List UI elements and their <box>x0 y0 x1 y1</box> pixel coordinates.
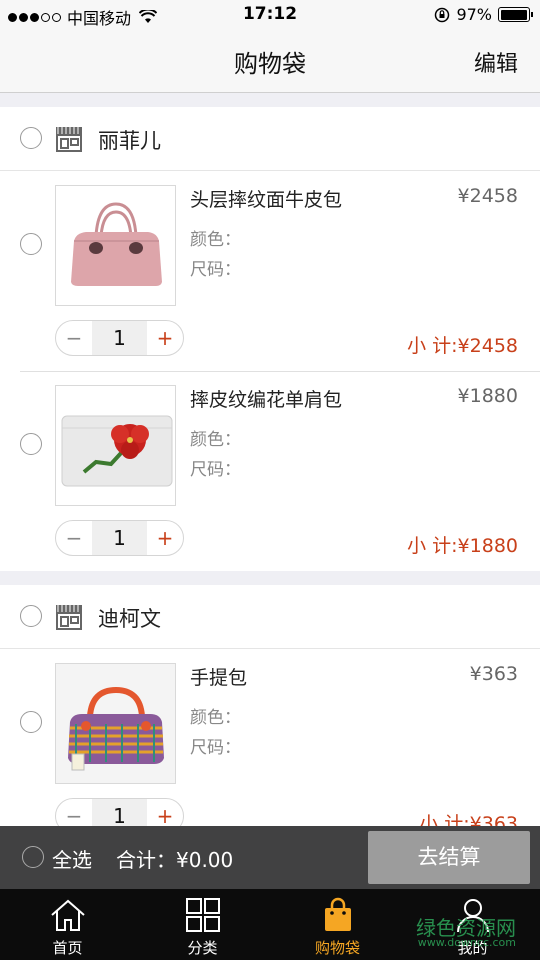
size-label: 尺码： <box>190 260 241 280</box>
product-name[interactable]: 头层摔纹面牛皮包 <box>190 185 342 212</box>
shop-section: 迪柯文 手提包 ¥363 颜色： 尺码： − 1 + 小 计:¥363 <box>0 585 540 826</box>
quantity-stepper: − 1 + <box>55 798 184 826</box>
item-select-radio[interactable] <box>20 433 42 455</box>
color-label: 颜色： <box>190 230 241 250</box>
size-label: 尺码： <box>190 738 241 758</box>
total-amount: 合计：¥0.00 <box>116 848 234 872</box>
decrement-button[interactable]: − <box>56 321 92 355</box>
tab-label: 分类 <box>187 939 218 957</box>
decrement-button[interactable]: − <box>56 521 92 555</box>
item-subtotal: 小 计:¥1880 <box>407 535 518 557</box>
color-label: 颜色： <box>190 430 241 450</box>
status-right: 97% <box>434 5 533 24</box>
shop-header: 迪柯文 <box>0 585 540 649</box>
grid-icon <box>185 898 220 932</box>
product-image-pink-handbag[interactable] <box>55 185 176 306</box>
select-all-radio[interactable] <box>22 846 44 868</box>
shop-select-radio[interactable] <box>20 605 42 627</box>
cart-item: 摔皮纹编花单肩包 ¥1880 颜色： 尺码： − 1 + 小 计:¥1880 <box>0 371 540 571</box>
quantity-value[interactable]: 1 <box>92 799 147 826</box>
item-subtotal: 小 计:¥2458 <box>407 335 518 357</box>
product-price: ¥2458 <box>457 185 518 207</box>
store-icon <box>56 605 82 630</box>
cart-item: 手提包 ¥363 颜色： 尺码： − 1 + 小 计:¥363 <box>0 649 540 826</box>
item-select-radio[interactable] <box>20 711 42 733</box>
checkout-bar: 全选 合计：¥0.00 去结算 <box>0 826 540 889</box>
select-all-label[interactable]: 全选 <box>52 844 92 873</box>
quantity-stepper: − 1 + <box>55 320 184 356</box>
product-price: ¥1880 <box>457 385 518 407</box>
tab-home[interactable]: 首页 <box>0 889 135 960</box>
shop-select-radio[interactable] <box>20 127 42 149</box>
decrement-button[interactable]: − <box>56 799 92 826</box>
increment-button[interactable]: + <box>147 321 183 355</box>
orientation-lock-icon <box>435 7 450 22</box>
watermark-url: www.downcc.com <box>417 936 516 949</box>
store-icon <box>56 127 82 152</box>
product-price: ¥363 <box>469 663 518 685</box>
cart-list[interactable]: 丽菲儿 头层摔纹面牛皮包 ¥2458 颜色： 尺码： − 1 + 小 计:¥24… <box>0 107 540 826</box>
nav-bar: 购物袋 编辑 <box>0 30 540 93</box>
checkout-button[interactable]: 去结算 <box>368 831 530 884</box>
increment-button[interactable]: + <box>147 521 183 555</box>
shop-name[interactable]: 迪柯文 <box>98 603 161 633</box>
battery-icon <box>498 7 533 22</box>
item-subtotal: 小 计:¥363 <box>419 813 518 826</box>
status-bar: 中国移动 17:12 97% <box>0 0 540 30</box>
edit-button[interactable]: 编辑 <box>474 46 518 78</box>
shop-section: 丽菲儿 头层摔纹面牛皮包 ¥2458 颜色： 尺码： − 1 + 小 计:¥24… <box>0 107 540 571</box>
product-name[interactable]: 摔皮纹编花单肩包 <box>190 385 342 412</box>
quantity-stepper: − 1 + <box>55 520 184 556</box>
shopping-bag-icon <box>324 897 351 931</box>
product-image-white-flower-bag[interactable] <box>55 385 176 506</box>
tab-shopping-bag[interactable]: 购物袋 <box>270 889 405 960</box>
quantity-value[interactable]: 1 <box>92 321 147 355</box>
battery-percent: 97% <box>456 5 492 24</box>
quantity-value[interactable]: 1 <box>92 521 147 555</box>
tab-category[interactable]: 分类 <box>135 889 270 960</box>
color-label: 颜色： <box>190 708 241 728</box>
product-image-woven-tote[interactable] <box>55 663 176 784</box>
page-title: 购物袋 <box>234 50 306 78</box>
item-select-radio[interactable] <box>20 233 42 255</box>
tab-label: 首页 <box>52 939 83 957</box>
shop-name[interactable]: 丽菲儿 <box>98 125 161 155</box>
product-name[interactable]: 手提包 <box>190 663 247 690</box>
shop-header: 丽菲儿 <box>0 107 540 171</box>
home-icon <box>50 899 85 931</box>
size-label: 尺码： <box>190 460 241 480</box>
increment-button[interactable]: + <box>147 799 183 826</box>
tab-label: 购物袋 <box>314 939 360 957</box>
cart-item: 头层摔纹面牛皮包 ¥2458 颜色： 尺码： − 1 + 小 计:¥2458 <box>0 171 540 371</box>
